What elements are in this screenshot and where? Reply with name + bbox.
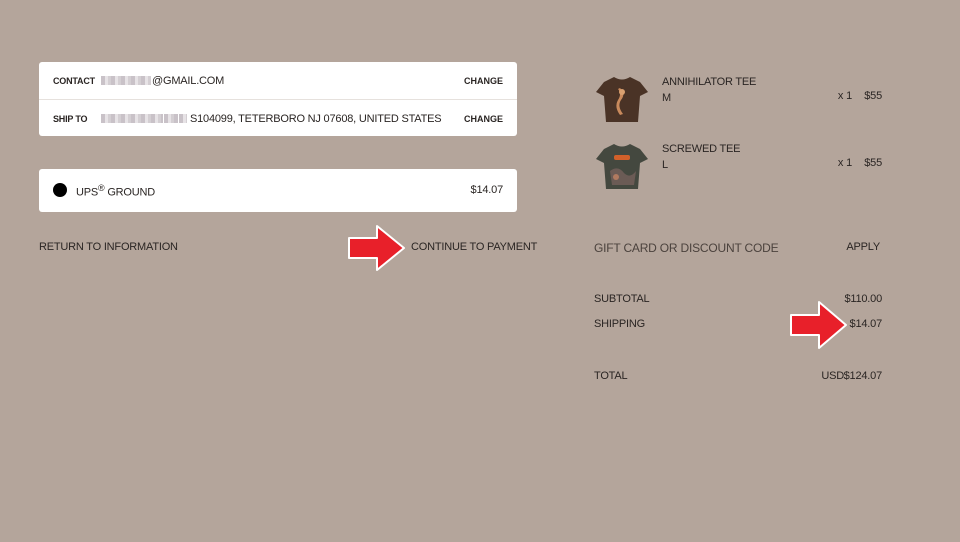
total-row: TOTAL USD $124.07: [594, 370, 882, 382]
redacted-text: [179, 114, 187, 123]
redacted-text: [164, 114, 178, 123]
shipping-method-price: $14.07: [470, 184, 504, 196]
cart-item-price: $55: [864, 90, 882, 102]
continue-to-payment-button[interactable]: CONTINUE TO PAYMENT: [411, 241, 537, 253]
cart-item-details: ANNIHILATOR TEE M: [662, 76, 757, 104]
shipto-row: SHIP TO S104099, TETERBORO NJ 07608, UNI…: [39, 99, 517, 137]
return-to-information-link[interactable]: RETURN TO INFORMATION: [39, 241, 178, 253]
cart-item-details: SCREWED TEE L: [662, 143, 741, 171]
red-arrow-annotation-icon: [790, 301, 847, 349]
cart-item-quantity: x 1: [837, 90, 852, 102]
total-label: TOTAL: [594, 370, 628, 382]
change-address-link[interactable]: CHANGE: [464, 114, 503, 124]
shipping-label: SHIPPING: [594, 318, 645, 330]
contact-row: CONTACT @GMAIL.COM CHANGE: [39, 62, 517, 99]
subtotal-label: SUBTOTAL: [594, 293, 650, 305]
cart-item: ANNIHILATOR TEE M x 1 $55: [594, 74, 882, 124]
apply-discount-button[interactable]: APPLY: [846, 241, 880, 253]
redacted-text: [101, 76, 151, 85]
annihilator-tee-thumbnail: [596, 77, 648, 122]
shipto-label: SHIP TO: [53, 113, 88, 124]
shipping-radio-selected[interactable]: [53, 183, 67, 197]
contact-email-domain: @GMAIL.COM: [152, 74, 225, 87]
contact-email: @GMAIL.COM: [101, 75, 224, 87]
change-contact-link[interactable]: CHANGE: [464, 76, 503, 86]
redacted-text: [101, 114, 163, 123]
discount-code-input[interactable]: GIFT CARD OR DISCOUNT CODE: [594, 241, 779, 255]
cart-item: SCREWED TEE L x 1 $55: [594, 141, 882, 191]
shipping-method-name: UPS® GROUND: [76, 183, 156, 199]
screwed-tee-thumbnail: [596, 144, 648, 189]
shipping-method-option[interactable]: UPS® GROUND $14.07: [39, 169, 517, 212]
contact-label: CONTACT: [53, 75, 95, 86]
shipto-address: S104099, TETERBORO NJ 07608, UNITED STAT…: [101, 112, 442, 125]
subtotal-value: $110.00: [844, 293, 882, 305]
shipping-value: $14.07: [849, 318, 883, 330]
cart-item-price: $55: [864, 157, 882, 169]
cart-item-quantity: x 1: [837, 157, 852, 169]
red-arrow-annotation-icon: [348, 225, 405, 271]
contact-shipto-card: CONTACT @GMAIL.COM CHANGE SHIP TO S10409…: [39, 62, 517, 136]
shipto-address-text: S104099, TETERBORO NJ 07608, UNITED STAT…: [190, 112, 442, 125]
currency-code: USD: [821, 370, 844, 382]
total-value: $124.07: [843, 370, 883, 382]
